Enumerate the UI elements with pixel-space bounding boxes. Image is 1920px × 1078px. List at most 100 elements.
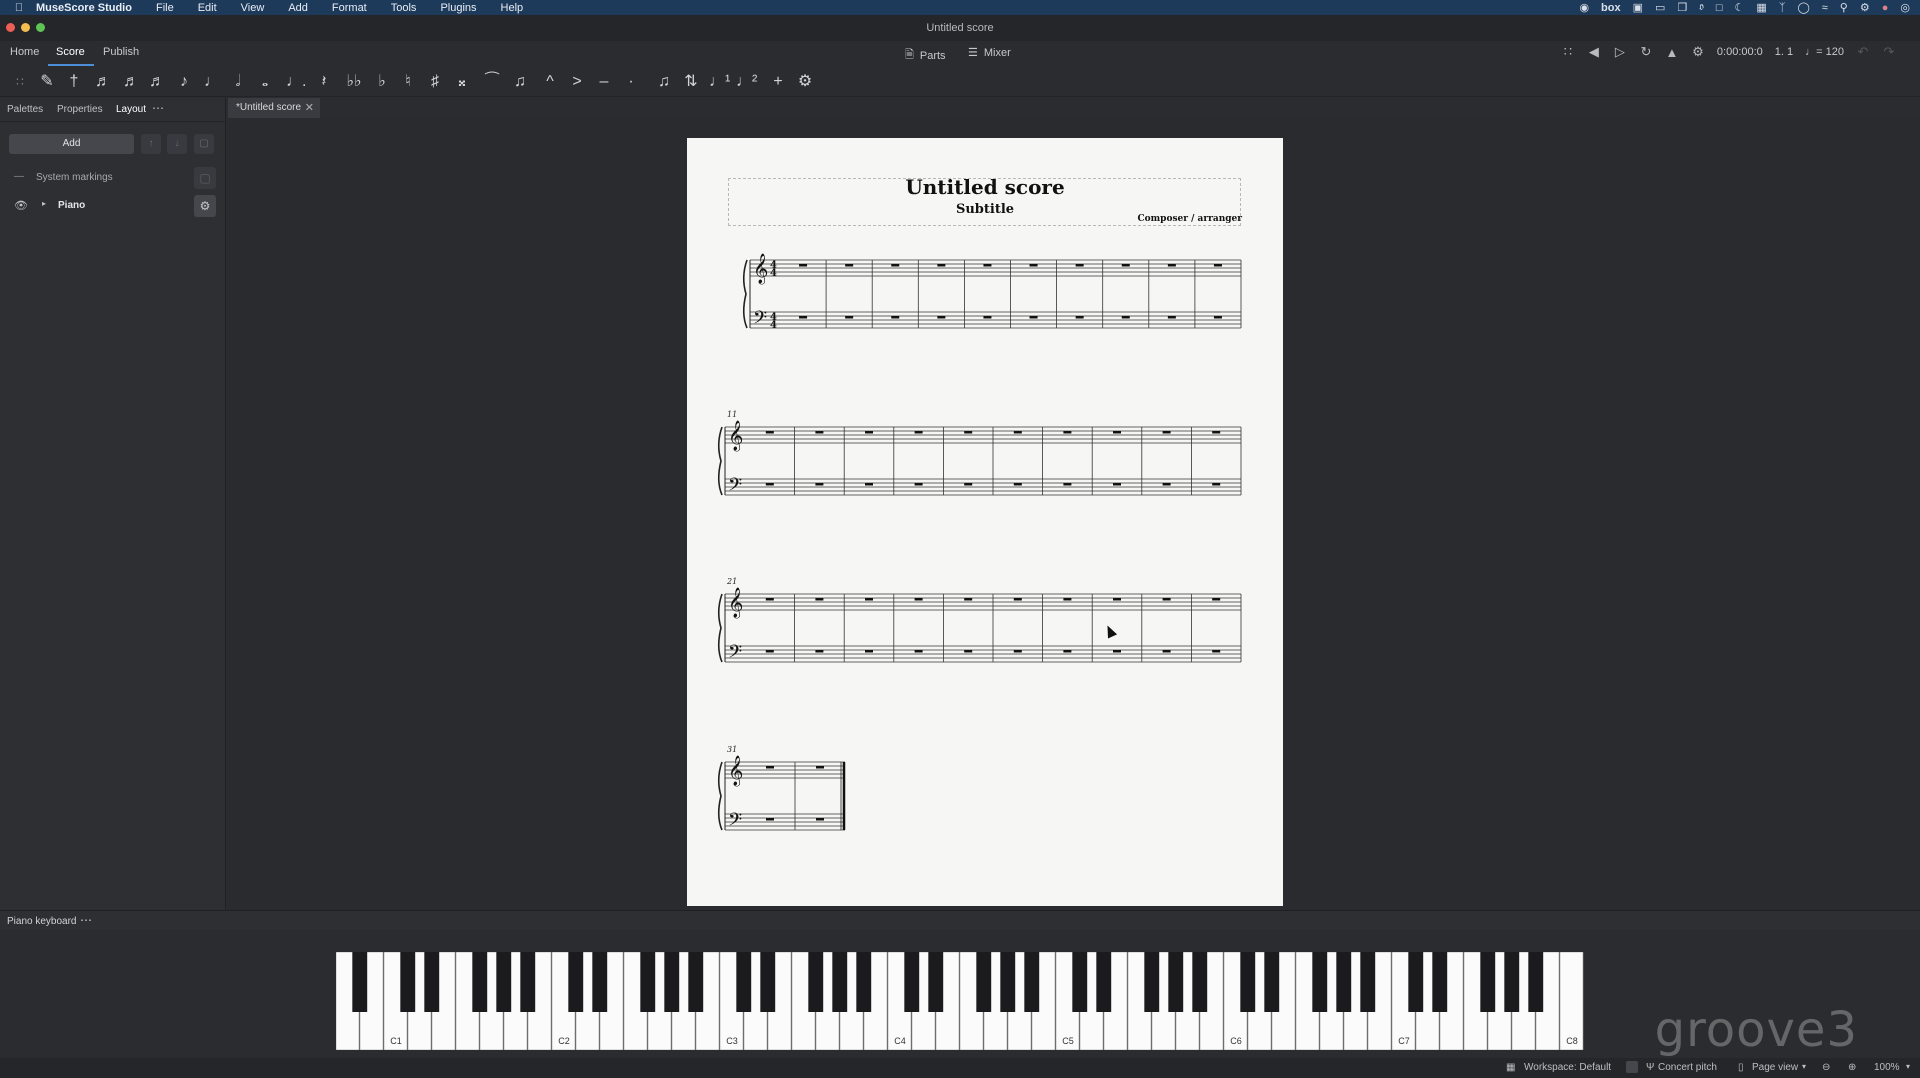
mixer-button[interactable]: ☰ Mixer [968,46,1011,60]
tray-grid-icon[interactable]: ▦ [1756,1,1766,14]
zoom-level[interactable]: 100% [1874,1062,1900,1073]
piano-black-key[interactable] [520,952,536,1012]
accent-icon[interactable]: > [567,72,587,92]
add-icon[interactable]: + [768,72,788,92]
loop-icon[interactable]: ↻ [1639,44,1653,60]
menu-add[interactable]: Add [276,2,320,14]
natural-icon[interactable]: ♮ [398,72,418,92]
menu-format[interactable]: Format [320,2,379,14]
metronome-icon[interactable]: ▲ [1665,45,1679,60]
voice-1-icon[interactable]: ♩¹ [709,72,730,92]
32nd-note-icon[interactable]: ♬ [121,72,141,92]
system-markings-settings-button[interactable]: ▢ [194,167,216,189]
piano-black-key[interactable] [1264,952,1280,1012]
control-center-icon[interactable]: ⚙ [1860,1,1870,14]
playback-position[interactable]: 1. 1 [1775,46,1793,58]
concert-pitch-label[interactable]: Concert pitch [1658,1062,1717,1073]
piano-black-key[interactable] [1240,952,1256,1012]
piano-black-key[interactable] [1024,952,1040,1012]
half-note-icon[interactable]: 𝅗𝅥 [228,72,248,92]
score-title[interactable]: Untitled score [687,175,1283,199]
spotlight-search-icon[interactable]: ⚲ [1840,1,1848,14]
menu-tools[interactable]: Tools [379,2,429,14]
view-mode-chevron-icon[interactable]: ▾ [1802,1062,1806,1071]
visibility-eye-icon[interactable]: 👁 [14,199,28,212]
piano-black-key[interactable] [1408,952,1424,1012]
tuplet-icon[interactable]: ♫ [654,72,674,92]
piano-black-key[interactable] [568,952,584,1012]
piano-black-key[interactable] [424,952,440,1012]
score-composer[interactable]: Composer / arranger [1137,214,1242,224]
64th-note-icon[interactable]: ♬ [93,72,113,92]
piano-black-key[interactable] [760,952,776,1012]
piano-black-key[interactable] [1528,952,1544,1012]
concert-pitch-checkbox[interactable] [1626,1061,1638,1073]
tray-box-icon[interactable]: □ [1716,2,1723,14]
instrument-row-piano[interactable]: 👁 ▸ Piano ⚙ [0,194,226,218]
user-avatar-icon[interactable]: ● [1882,2,1889,14]
expand-arrow-icon[interactable]: ▸ [42,199,46,208]
move-down-button[interactable]: ↓ [167,134,187,154]
menu-file[interactable]: File [144,2,186,14]
quarter-note-icon[interactable]: ♩ [202,72,222,92]
piano-black-key[interactable] [1144,952,1160,1012]
piano-black-key[interactable] [976,952,992,1012]
system-markings-row[interactable]: — System markings ▢ [0,166,226,190]
undo-icon[interactable]: ↶ [1856,44,1870,60]
tab-publish[interactable]: Publish [103,46,139,58]
parts-button[interactable]: 🗎 Parts [905,46,946,65]
tab-palettes[interactable]: Palettes [7,104,43,115]
tray-m-icon[interactable]: 𝔬 [1699,1,1704,14]
playback-settings-icon[interactable]: ⚙ [1691,44,1705,60]
tray-display-icon[interactable]: ▭ [1655,1,1665,14]
rewind-icon[interactable]: ◀ [1587,44,1601,60]
drag-handle-icon[interactable]: ∷ [1561,44,1575,60]
more-options-icon[interactable]: ⋯ [152,101,164,115]
tray-circle-icon[interactable]: ◉ [1579,1,1589,14]
move-up-button[interactable]: ↑ [141,134,161,154]
eighth-note-icon[interactable]: ♪ [174,72,194,92]
tray-camera-icon[interactable]: ▣ [1633,1,1643,14]
piano-black-key[interactable] [808,952,824,1012]
airplay-icon[interactable]: ◯ [1797,1,1809,14]
note-input-pen-icon[interactable]: ✎ [37,72,57,92]
piano-black-key[interactable] [904,952,920,1012]
piano-black-key[interactable] [1480,952,1496,1012]
double-sharp-icon[interactable]: 𝄪 [452,72,472,92]
add-button[interactable]: Add [9,134,134,154]
piano-black-key[interactable] [832,952,848,1012]
apple-icon[interactable]:  [8,2,30,14]
16th-note-icon[interactable]: ♬ [147,72,167,92]
redo-icon[interactable]: ↷ [1882,44,1896,60]
menu-edit[interactable]: Edit [186,2,229,14]
piano-black-key[interactable] [1504,952,1520,1012]
siri-icon[interactable]: ◎ [1900,1,1910,14]
flip-direction-icon[interactable]: ⇅ [681,72,701,92]
playback-time[interactable]: 0:00:00:0 [1717,46,1763,58]
score-canvas[interactable]: 𝄞 𝄢 4 4 4 4 𝄞 𝄢 𝄞 𝄢 𝄞 𝄢 Untitled score Subtitle Com… [227,118,1920,910]
piano-black-key[interactable] [688,952,704,1012]
drag-handle-icon[interactable]: ∷ [10,72,30,92]
moon-icon[interactable]: ☾ [1735,1,1745,14]
piano-black-key[interactable] [1312,952,1328,1012]
view-mode-select[interactable]: Page view [1752,1062,1798,1073]
wifi-icon[interactable]: ≈ [1822,2,1828,14]
piano-black-key[interactable] [1336,952,1352,1012]
marcato-icon[interactable]: ^ [540,72,560,92]
staccato-icon[interactable]: · [621,72,641,92]
piano-black-key[interactable] [736,952,752,1012]
double-flat-icon[interactable]: ♭♭ [344,72,364,92]
piano-more-options-icon[interactable]: ⋯ [80,913,92,927]
piano-black-key[interactable] [1432,952,1448,1012]
document-tab[interactable]: *Untitled score ✕ [228,98,320,118]
tab-home[interactable]: Home [10,46,39,58]
close-tab-icon[interactable]: ✕ [305,98,314,118]
instrument-settings-gear-icon[interactable]: ⚙ [194,195,216,217]
dotted-note-icon[interactable]: ♩. [286,72,306,92]
whole-note-icon[interactable]: 𝅝 [255,72,275,92]
tab-properties[interactable]: Properties [57,104,103,115]
piano-black-key[interactable] [1192,952,1208,1012]
piano-black-key[interactable] [472,952,488,1012]
zoom-out-icon[interactable]: ⊖ [1822,1062,1830,1073]
tenuto-icon[interactable]: – [594,72,614,92]
